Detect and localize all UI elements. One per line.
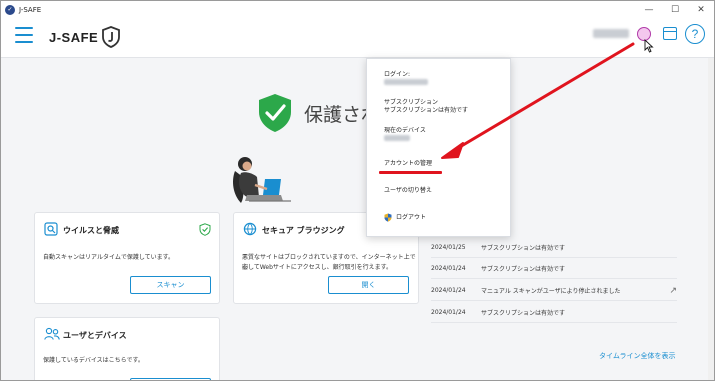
scrollbar[interactable] [708, 58, 714, 380]
protected-shield-icon [259, 94, 291, 132]
annotation-underline [379, 171, 442, 174]
virus-scan-icon [44, 222, 58, 236]
logo: J-SAFE [49, 26, 121, 48]
menu-current-device[interactable]: 現在のデバイス [384, 126, 426, 135]
timeline-text: サブスクリプションは有効です [481, 266, 566, 273]
window-controls: — ☐ ✕ [636, 1, 714, 18]
menu-switch-user[interactable]: ユーザの切り替え [384, 186, 432, 195]
account-dropdown-menu: ログイン: サブスクリプション サブスクリプションは有効です 現在のデバイス ア… [366, 58, 511, 237]
menu-subscription-line-2[interactable]: サブスクリプションは有効です [384, 106, 468, 115]
timeline-date: 2024/01/24 [431, 287, 466, 294]
menu-login-label: ログイン: [384, 71, 411, 78]
menu-login-email-blurred [384, 79, 428, 88]
external-link-icon[interactable]: ↗ [669, 286, 677, 296]
timeline-text: サブスクリプションは有効です [481, 245, 566, 252]
card-description-line-2: 心してWebサイトにアクセスし、銀行取引を行えます。 [242, 264, 393, 271]
timeline-row: 2024/01/24 サブスクリプションは有効です [431, 303, 677, 323]
close-button[interactable]: ✕ [688, 1, 714, 18]
show-full-timeline-link[interactable]: タイムライン全体を表示 [599, 351, 676, 361]
menu-device-name-blurred [384, 135, 410, 144]
person-laptop-illustration [233, 157, 291, 203]
logout-shield-icon [384, 213, 392, 222]
mouse-cursor-icon [644, 39, 654, 53]
open-browsing-button[interactable]: 開く [328, 276, 409, 294]
card-title: ウイルスと脅威 [63, 226, 119, 235]
window-title: J-SAFE [19, 5, 42, 14]
minimize-button[interactable]: — [636, 1, 662, 18]
app-header: J-SAFE ? [1, 18, 714, 58]
logo-text: J-SAFE [49, 29, 99, 45]
app-icon: ✓ [5, 4, 15, 15]
logo-shield-icon [102, 26, 121, 48]
scan-button[interactable]: スキャン [130, 276, 211, 294]
users-devices-card: ユーザとデバイス 保護しているデバイスはこちらです。 [34, 317, 220, 380]
menu-manage-account[interactable]: アカウントの管理 [384, 159, 432, 168]
menu-logout[interactable]: ログアウト [396, 213, 426, 222]
card-description: 保護しているデバイスはこちらです。 [43, 357, 144, 364]
timeline-row: 2024/01/25 サブスクリプションは有効です [431, 238, 677, 258]
users-icon [44, 327, 60, 340]
help-icon[interactable]: ? [685, 24, 705, 44]
timeline-row: 2024/01/24 サブスクリプションは有効です [431, 259, 677, 279]
devices-icon[interactable] [663, 27, 677, 40]
card-title: ユーザとデバイス [63, 331, 127, 340]
app-window: ✓ J-SAFE — ☐ ✕ J-SAFE ? 保護され ウイルスと脅威 自動ス… [0, 0, 715, 381]
maximize-button[interactable]: ☐ [662, 1, 688, 18]
title-bar: ✓ J-SAFE — ☐ ✕ [1, 1, 714, 18]
timeline-row: 2024/01/24 マニュアル スキャンがユーザにより停止されました ↗ [431, 281, 677, 301]
virus-threats-card: ウイルスと脅威 自動スキャンはリアルタイムで保護しています。 スキャン [34, 212, 220, 304]
timeline-text: マニュアル スキャンがユーザにより停止されました [481, 288, 621, 295]
timeline-date: 2024/01/25 [431, 244, 466, 251]
globe-icon [243, 222, 257, 236]
card-description: 自動スキャンはリアルタイムで保護しています。 [43, 254, 175, 261]
timeline-date: 2024/01/24 [431, 309, 466, 316]
user-name-blurred[interactable] [593, 29, 629, 38]
timeline-text: サブスクリプションは有効です [481, 310, 566, 317]
status-ok-shield-icon [199, 223, 211, 236]
card-title: セキュア ブラウジング [262, 226, 345, 235]
hamburger-menu-icon[interactable] [15, 27, 33, 43]
timeline-date: 2024/01/24 [431, 265, 466, 272]
